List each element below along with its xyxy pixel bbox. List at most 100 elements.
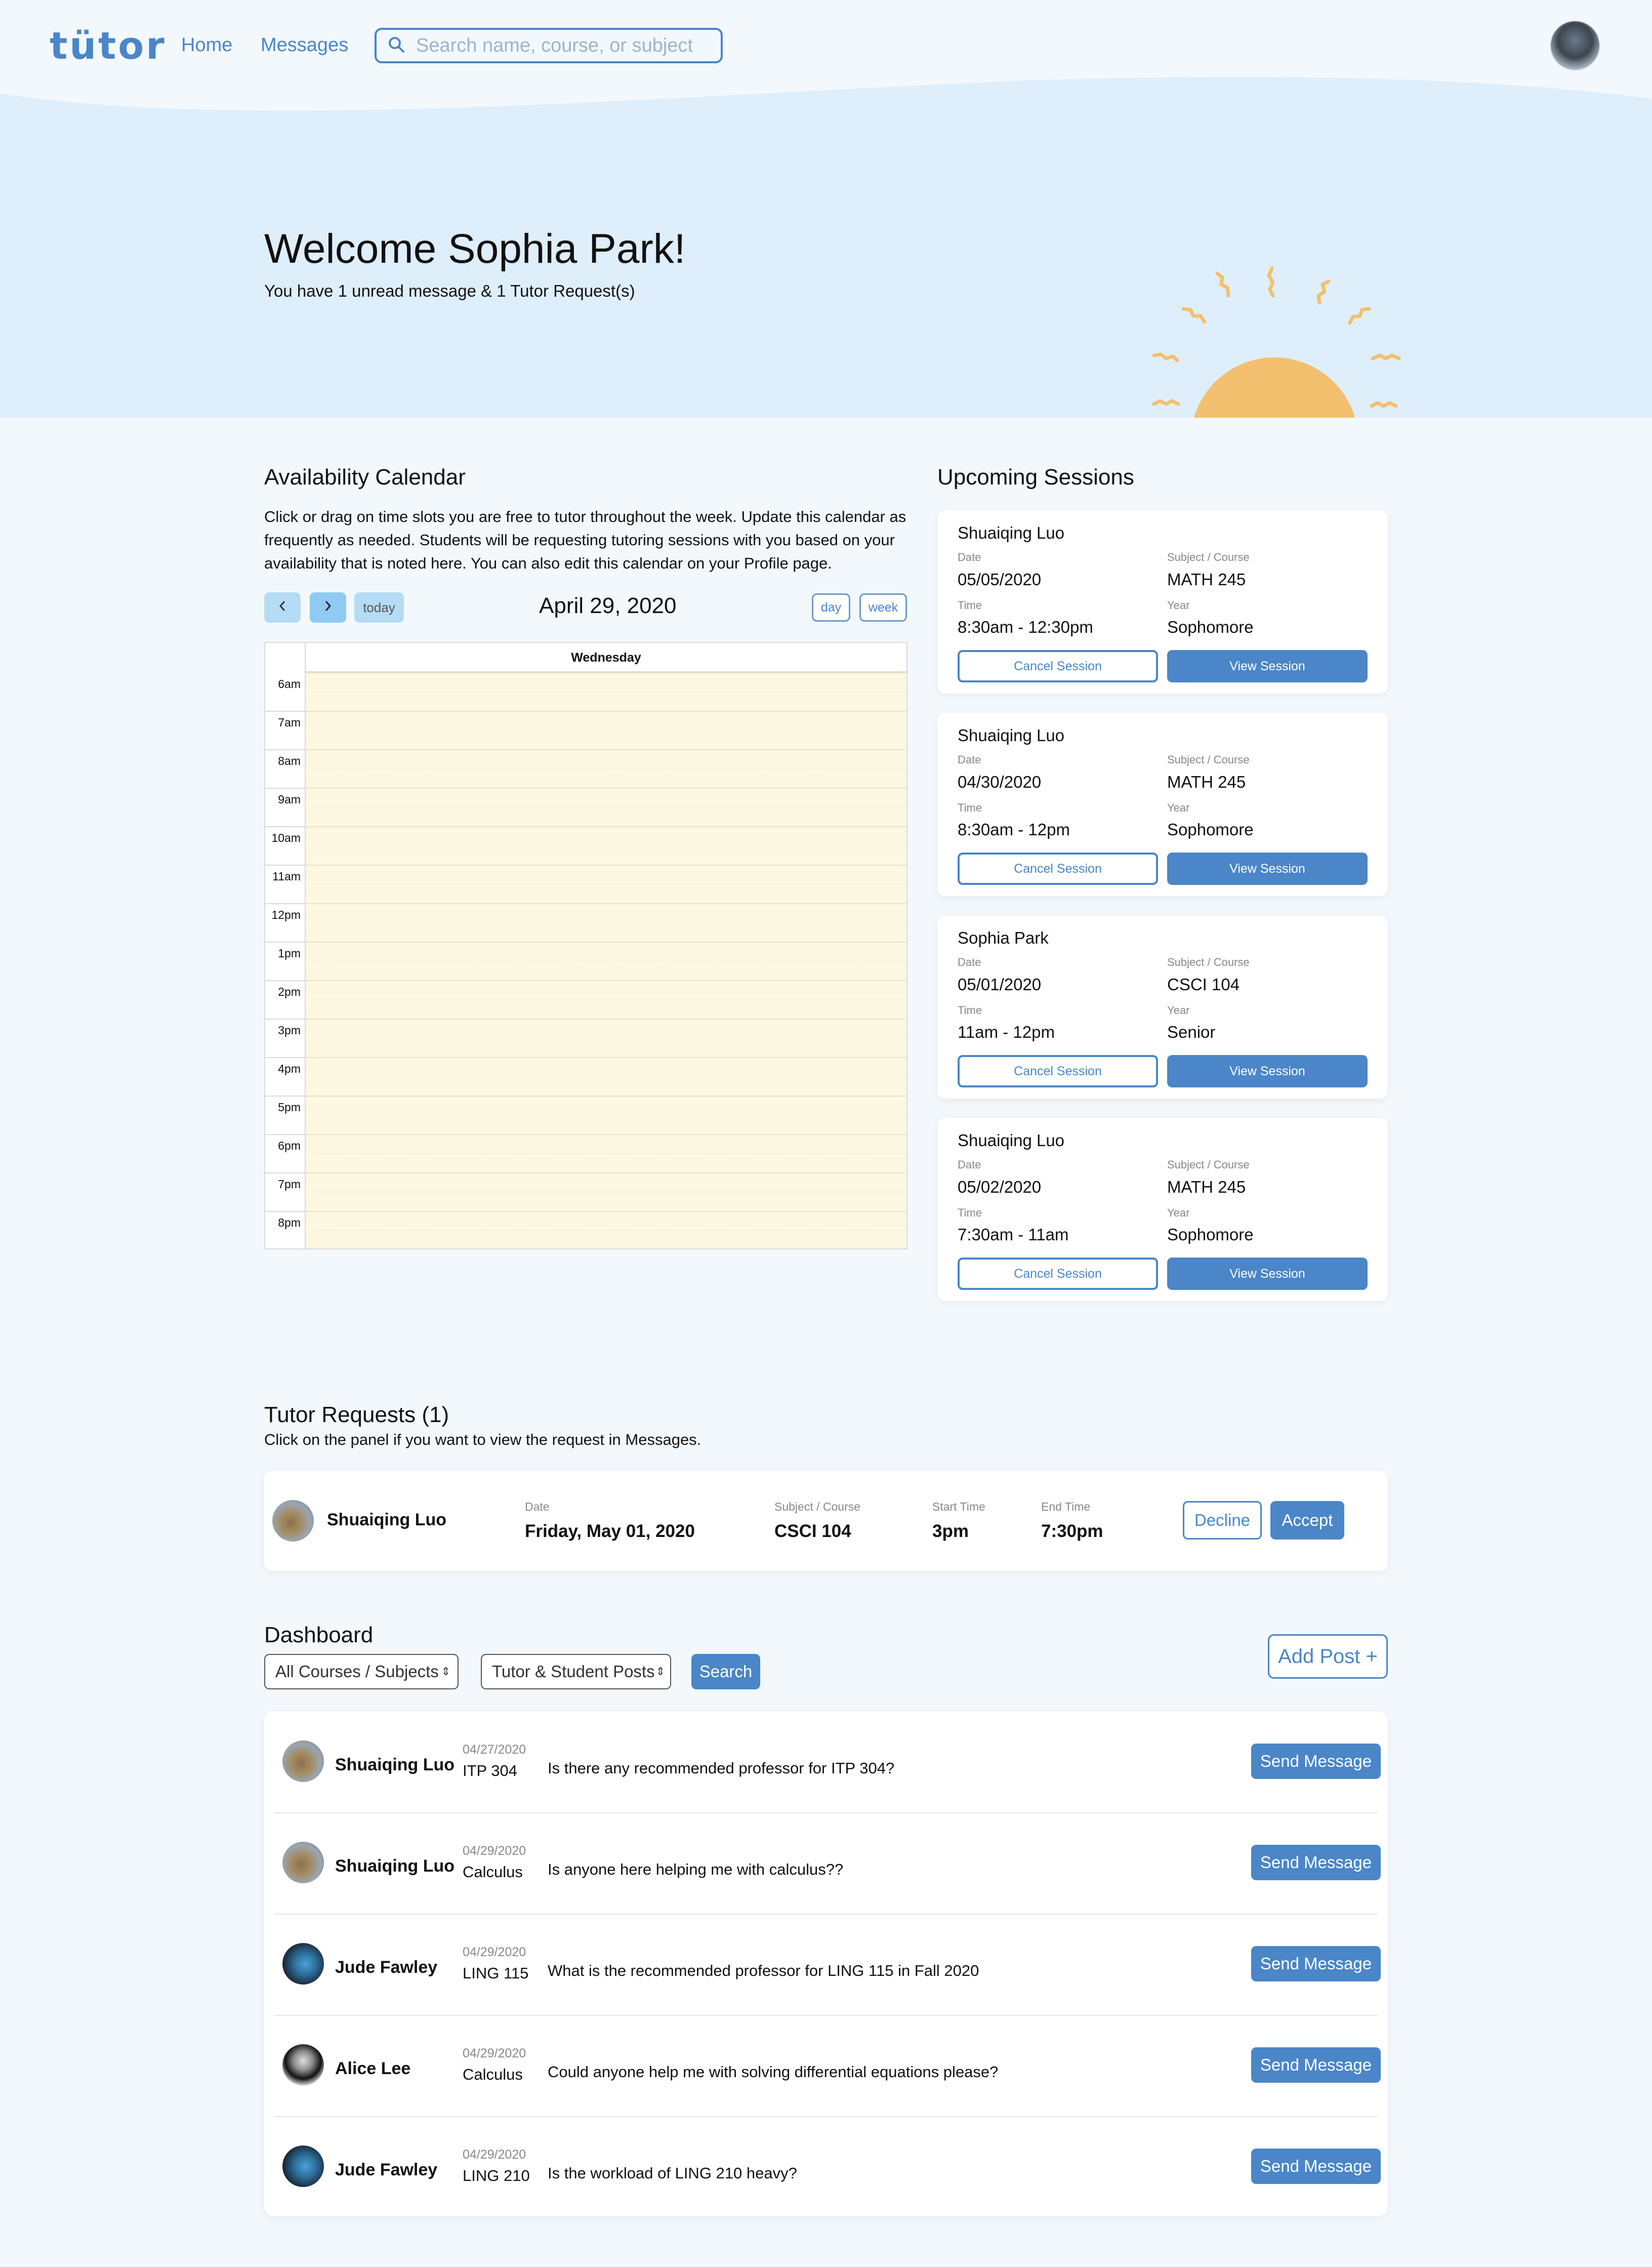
logo[interactable]: tütor	[50, 24, 167, 68]
session-year-label: Year	[1167, 1004, 1190, 1017]
search-bar[interactable]	[375, 28, 723, 63]
posts-filter-select[interactable]: Tutor & Student Posts ⇕	[481, 1654, 671, 1689]
decline-button[interactable]: Decline	[1183, 1501, 1262, 1540]
session-card[interactable]: Shuaiqing Luo Date 05/02/2020 Subject / Cou…	[937, 1118, 1388, 1301]
send-message-button[interactable]: Send Message	[1251, 1946, 1381, 1981]
session-date: 05/01/2020	[958, 975, 1042, 994]
post-date: 04/27/2020	[463, 1743, 526, 1757]
hour-line	[306, 903, 906, 904]
session-subject-label: Subject / Course	[1167, 551, 1250, 563]
day-column-slots[interactable]	[306, 672, 906, 1248]
courses-filter-value: All Courses / Subjects	[275, 1662, 439, 1681]
calendar-prev-button[interactable]	[264, 592, 301, 623]
cancel-session-button[interactable]: Cancel Session	[958, 1055, 1158, 1087]
nav-home-link[interactable]: Home	[181, 34, 232, 56]
courses-filter-select[interactable]: All Courses / Subjects ⇕	[264, 1654, 459, 1689]
post-course: LING 115	[463, 1964, 529, 1982]
session-subject-label: Subject / Course	[1167, 1158, 1250, 1171]
hour-line	[306, 826, 906, 827]
hour-label: 8am	[278, 754, 301, 767]
session-name: Shuaiqing Luo	[958, 523, 1065, 542]
send-message-button[interactable]: Send Message	[1251, 1744, 1381, 1779]
post-author: Jude Fawley	[335, 2160, 438, 2179]
session-year-label: Year	[1167, 599, 1190, 612]
post-course: Calculus	[463, 1863, 523, 1881]
cancel-session-button[interactable]: Cancel Session	[958, 1258, 1158, 1290]
calendar-description: Click or drag on time slots you are free…	[264, 508, 906, 572]
session-year-label: Year	[1167, 801, 1190, 814]
hero-banner	[0, 77, 1652, 418]
hour-label: 3pm	[278, 1024, 301, 1037]
post-row[interactable]: Shuaiqing Luo 04/27/2020 ITP 304 Is there a…	[274, 1711, 1381, 1812]
half-hour-line	[306, 1230, 906, 1231]
hour-line	[306, 1211, 906, 1212]
post-author: Shuaiqing Luo	[335, 1856, 455, 1876]
post-date: 04/29/2020	[463, 2046, 526, 2060]
half-hour-line	[306, 730, 906, 731]
dashboard-search-button[interactable]: Search	[691, 1654, 760, 1689]
send-message-button[interactable]: Send Message	[1251, 2149, 1381, 2184]
session-date-label: Date	[958, 753, 981, 766]
hour-line	[306, 1172, 906, 1173]
sessions-title: Upcoming Sessions	[937, 465, 1134, 490]
session-card[interactable]: Shuaiqing Luo Date 05/05/2020 Subject / Cou…	[937, 510, 1388, 694]
add-post-button[interactable]: Add Post +	[1268, 1634, 1388, 1679]
post-course: LING 210	[463, 2167, 530, 2184]
session-time-label: Time	[958, 1206, 982, 1219]
post-row[interactable]: Jude Fawley 04/29/2020 LING 115 What is the…	[274, 1914, 1381, 2015]
post-author: Jude Fawley	[335, 1958, 438, 1977]
gutter-line	[265, 1134, 306, 1135]
half-hour-line	[306, 1076, 906, 1077]
request-start: 3pm	[932, 1521, 969, 1541]
half-hour-line	[306, 1153, 906, 1154]
select-arrows-icon: ⇕	[441, 1665, 450, 1678]
gutter-line	[265, 788, 306, 789]
hour-label: 8pm	[278, 1216, 301, 1229]
session-card[interactable]: Sophia Park Date 05/01/2020 Subject / Cours…	[937, 915, 1388, 1099]
hour-line	[306, 980, 906, 981]
tutor-request-panel[interactable]: Shuaiqing Luo Date Friday, May 01, 2020 …	[264, 1471, 1388, 1571]
profile-avatar[interactable]	[1550, 20, 1600, 71]
gutter-line	[265, 826, 306, 827]
post-date: 04/29/2020	[463, 2148, 526, 2162]
view-session-button[interactable]: View Session	[1167, 1055, 1368, 1087]
send-message-button[interactable]: Send Message	[1251, 2047, 1381, 2083]
cancel-session-button[interactable]: Cancel Session	[958, 650, 1158, 682]
request-subject-label: Subject / Course	[774, 1500, 861, 1513]
post-author: Shuaiqing Luo	[335, 1755, 455, 1774]
search-input[interactable]	[415, 34, 698, 57]
session-subject-label: Subject / Course	[1167, 753, 1250, 766]
session-subject-label: Subject / Course	[1167, 956, 1250, 968]
post-row[interactable]: Shuaiqing Luo 04/29/2020 Calculus Is anyone…	[274, 1812, 1381, 1914]
requester-name: Shuaiqing Luo	[327, 1510, 447, 1529]
time-gutter	[265, 643, 306, 1248]
gutter-line	[265, 865, 306, 866]
session-card[interactable]: Shuaiqing Luo Date 04/30/2020 Subject / Cou…	[937, 713, 1388, 896]
view-session-button[interactable]: View Session	[1167, 1258, 1368, 1290]
request-subject: CSCI 104	[774, 1521, 851, 1541]
post-row[interactable]: Jude Fawley 04/29/2020 LING 210 Is the work…	[274, 2116, 1381, 2217]
session-year-label: Year	[1167, 1206, 1190, 1219]
welcome-subtitle: You have 1 unread message & 1 Tutor Requ…	[264, 281, 635, 300]
calendar-day-view-button[interactable]: day	[812, 593, 850, 622]
view-session-button[interactable]: View Session	[1167, 650, 1368, 682]
send-message-button[interactable]: Send Message	[1251, 1845, 1381, 1880]
cancel-session-button[interactable]: Cancel Session	[958, 853, 1158, 885]
accept-button[interactable]: Accept	[1270, 1501, 1344, 1540]
calendar-next-button[interactable]	[310, 592, 346, 623]
hour-label: 11am	[272, 870, 301, 883]
session-subject: MATH 245	[1167, 773, 1246, 791]
gutter-line	[265, 1211, 306, 1212]
post-row[interactable]: Alice Lee 04/29/2020 Calculus Could anyone …	[274, 2015, 1381, 2116]
view-session-button[interactable]: View Session	[1167, 853, 1368, 885]
nav-messages-link[interactable]: Messages	[261, 34, 348, 56]
post-course: Calculus	[463, 2066, 523, 2083]
availability-grid[interactable]: Wednesday 6am 7am 8am 9am 10am 11am 12pm 1pm 2pm…	[264, 642, 907, 1249]
gutter-line	[265, 1019, 306, 1020]
calendar-today-button[interactable]: today	[354, 592, 404, 623]
select-arrows-icon: ⇕	[655, 1665, 665, 1678]
chevron-right-icon	[323, 599, 333, 616]
calendar-week-view-button[interactable]: week	[859, 593, 907, 622]
half-hour-line	[306, 768, 906, 769]
session-date: 04/30/2020	[958, 773, 1042, 791]
